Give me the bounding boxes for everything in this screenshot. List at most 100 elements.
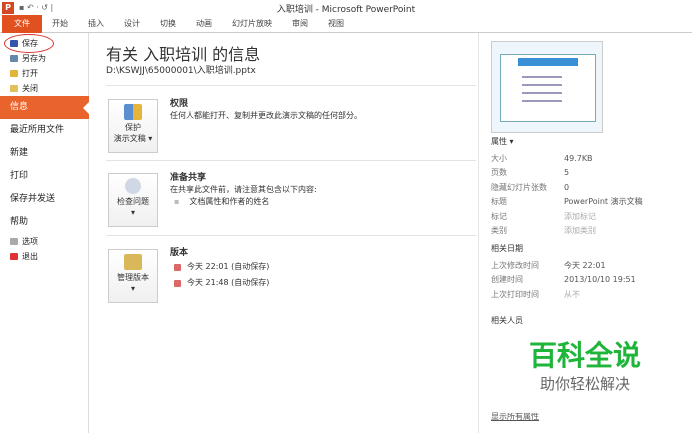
sidebar-save-as[interactable]: 另存为 [0,51,88,66]
sidebar-new[interactable]: 新建 [0,142,88,165]
tab-slideshow[interactable]: 幻灯片放映 [222,15,282,33]
value: 2013/10/10 19:51 [564,275,636,285]
folder-open-icon [10,70,18,77]
key: 隐藏幻灯片张数 [491,182,547,192]
backstage-sidebar: 保存 另存为 打开 关闭 信息 最近所用文件 新建 打印 保存并发送 帮助 选项… [0,33,89,433]
date-row: 上次修改时间 今天 22:01 [491,258,636,273]
key: 类别 [491,226,507,236]
section-desc: 任何人都能打开、复制并更改此演示文稿的任何部分。 [170,111,362,120]
key: 创建时间 [491,275,523,285]
label: 关闭 [22,84,38,93]
versions-icon [124,254,142,270]
tab-review[interactable]: 审阅 [282,15,318,33]
options-icon [10,238,18,245]
label: 今天 22:01 (自动保存) [187,262,270,271]
save-as-icon [10,55,18,62]
label: 另存为 [22,54,46,63]
protect-presentation-button[interactable]: 保护 演示文稿 ▾ [108,99,158,153]
key: 标题 [491,197,507,207]
property-row: 标记 添加标记 [491,209,643,224]
list-item: ▪ 文档属性和作者的姓名 [174,197,270,206]
lock-key-icon [124,104,142,120]
label: 演示文稿 ▾ [113,134,153,143]
file-path: D:\KSWJJ\65000001\入职培训.pptx [106,66,256,76]
section-title: 准备共享 [170,173,207,183]
value: 49.7KB [564,153,593,163]
permissions-section: 权限 任何人都能打开、复制并更改此演示文稿的任何部分。 [170,98,362,122]
section-title: 相关日期 [491,244,523,253]
section-title: 相关人员 [491,316,523,325]
section-title: 版本 [170,248,189,258]
property-row: 隐藏幻灯片张数 0 [491,180,643,195]
label: 选项 [22,237,38,246]
highlight-circle [4,34,54,53]
sidebar-exit[interactable]: 退出 [0,249,88,264]
property-row: 页数 5 [491,166,643,181]
label: ▾ [130,208,135,217]
value: 0 [564,182,570,192]
label: ▾ [130,284,135,293]
sidebar-help[interactable]: 帮助 [0,211,88,234]
share-section: 准备共享 在共享此文件前，请注意其包含以下内容: ▪ 文档属性和作者的姓名 [170,172,317,208]
divider [106,235,476,236]
label: 退出 [22,252,38,261]
watermark-title: 百科全说 [528,339,641,372]
exit-icon [10,253,18,260]
sidebar-open[interactable]: 打开 [0,66,88,81]
key: 页数 [491,168,507,178]
dates-section: 相关日期 上次修改时间 今天 22:01 创建时间 2013/10/10 19:51… [491,243,636,302]
properties-dropdown[interactable]: 属性 ▾ [491,136,643,147]
properties-section: 属性 ▾ 大小 49.7KB 页数 5 隐藏幻灯片张数 0 标题 PowerPoint … [491,136,643,238]
key: 标记 [491,211,507,221]
check-issues-button[interactable]: 检查问题 ▾ [108,173,158,227]
value: 5 [564,168,570,178]
key: 大小 [491,153,507,163]
value[interactable]: 添加标记 [564,211,596,222]
label: 保护 [125,123,141,132]
manage-versions-button[interactable]: 管理版本 ▾ [108,249,158,303]
date-row: 上次打印时间 从不 [491,287,636,302]
sidebar-print[interactable]: 打印 [0,165,88,188]
tab-insert[interactable]: 插入 [78,15,114,33]
divider [106,160,476,161]
divider [106,85,476,86]
date-row: 创建时间 2013/10/10 19:51 [491,273,636,288]
people-section: 相关人员 [491,315,523,330]
value: 今天 22:01 [564,260,606,270]
property-row: 标题 PowerPoint 演示文稿 [491,195,643,210]
sidebar-save-send[interactable]: 保存并发送 [0,188,88,211]
label: 今天 21:48 (自动保存) [187,278,270,287]
tab-home[interactable]: 开始 [42,15,78,33]
watermark-subtitle: 助你轻松解决 [539,375,630,393]
property-row: 大小 49.7KB [491,151,643,166]
ribbon-tabs: 文件 开始 插入 设计 切换 动画 幻灯片放映 审阅 视图 [0,14,692,33]
sidebar-close[interactable]: 关闭 [0,81,88,96]
key: 上次打印时间 [491,289,539,299]
tab-file[interactable]: 文件 [2,14,42,33]
key: 上次修改时间 [491,260,539,270]
section-desc: 在共享此文件前，请注意其包含以下内容: [170,185,317,194]
label: 检查问题 [117,197,149,206]
tab-view[interactable]: 视图 [318,15,354,33]
sidebar-recent[interactable]: 最近所用文件 [0,119,88,142]
slide-thumbnail [491,41,603,133]
label: 打开 [22,69,38,78]
window-title: 入职培训 - Microsoft PowerPoint [276,5,416,15]
label: 文档属性和作者的姓名 [189,197,270,206]
value: 从不 [564,289,580,299]
version-item[interactable]: 今天 22:01 (自动保存) [174,259,269,275]
tab-transitions[interactable]: 切换 [150,15,186,33]
tab-animations[interactable]: 动画 [186,15,222,33]
versions-section: 版本 今天 22:01 (自动保存) 今天 21:48 (自动保存) [170,247,269,291]
watermark: 百科全说 助你轻松解决 [500,333,670,413]
label: 管理版本 [117,273,149,282]
value[interactable]: PowerPoint 演示文稿 [564,196,643,207]
value[interactable]: 添加类别 [564,225,596,236]
info-panel: 有关 入职培训 的信息 D:\KSWJJ\65000001\入职培训.pptx … [90,33,478,433]
sidebar-info[interactable]: 信息 [0,96,89,119]
version-icon [174,263,181,271]
tab-design[interactable]: 设计 [114,15,150,33]
version-item[interactable]: 今天 21:48 (自动保存) [174,275,269,291]
property-row: 类别 添加类别 [491,224,643,239]
sidebar-options[interactable]: 选项 [0,234,88,249]
